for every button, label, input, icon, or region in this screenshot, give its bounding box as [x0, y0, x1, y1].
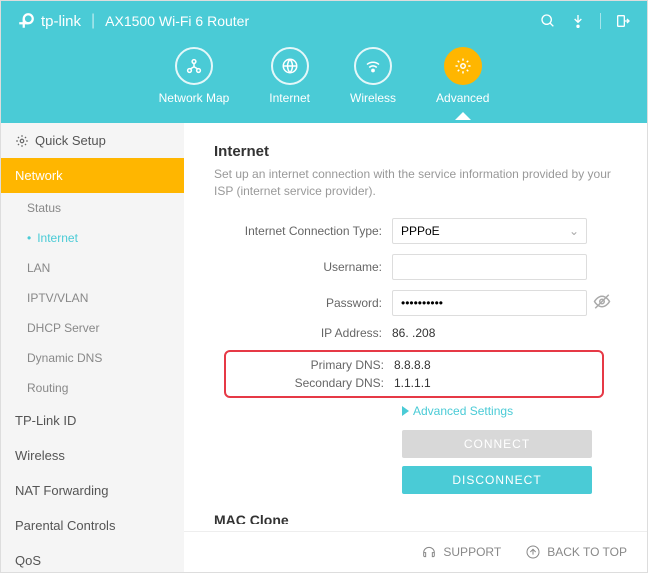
nav-wireless[interactable]: Wireless: [350, 47, 396, 105]
network-map-icon: [185, 57, 203, 75]
sidebar-quick-setup[interactable]: Quick Setup: [1, 123, 184, 158]
label-password: Password:: [214, 296, 392, 310]
eye-off-icon[interactable]: [593, 292, 611, 313]
section-title: Internet: [214, 143, 617, 160]
content-area: Internet Set up an internet connection w…: [184, 123, 647, 572]
sidebar: Quick Setup Network Status Internet LAN …: [1, 123, 184, 572]
back-to-top-button[interactable]: BACK TO TOP: [525, 544, 627, 560]
password-input[interactable]: [392, 290, 587, 316]
header-divider: |: [91, 12, 95, 30]
label-secondary-dns: Secondary DNS:: [226, 376, 394, 390]
headset-icon: [421, 544, 437, 560]
update-icon[interactable]: [570, 13, 586, 29]
triangle-right-icon: [402, 406, 409, 416]
connection-type-select[interactable]: [392, 218, 587, 244]
sidebar-qos[interactable]: QoS: [1, 543, 184, 572]
gear-icon: [454, 57, 472, 75]
globe-icon: [281, 57, 299, 75]
label-ip-address: IP Address:: [214, 326, 392, 340]
header: tp-link | AX1500 Wi-Fi 6 Router Network …: [1, 1, 647, 123]
tplink-logo-icon: [17, 12, 35, 30]
label-primary-dns: Primary DNS:: [226, 358, 394, 372]
sidebar-network[interactable]: Network: [1, 158, 184, 193]
sidebar-sub-status[interactable]: Status: [1, 193, 184, 223]
connect-button[interactable]: CONNECT: [402, 430, 592, 458]
nav-advanced[interactable]: Advanced: [436, 47, 489, 105]
nav-network-map[interactable]: Network Map: [159, 47, 230, 105]
arrow-up-circle-icon: [525, 544, 541, 560]
sidebar-sub-dynamic-dns[interactable]: Dynamic DNS: [1, 343, 184, 373]
brand-logo: tp-link: [17, 12, 81, 30]
sidebar-sub-iptv-vlan[interactable]: IPTV/VLAN: [1, 283, 184, 313]
gear-icon: [15, 134, 29, 148]
sidebar-wireless[interactable]: Wireless: [1, 438, 184, 473]
sidebar-tplink-id[interactable]: TP-Link ID: [1, 403, 184, 438]
sidebar-sub-lan[interactable]: LAN: [1, 253, 184, 283]
product-name: AX1500 Wi-Fi 6 Router: [105, 13, 249, 29]
username-input[interactable]: [392, 254, 587, 280]
nav-internet[interactable]: Internet: [269, 47, 310, 105]
sidebar-sub-internet[interactable]: Internet: [1, 223, 184, 253]
logout-icon[interactable]: [615, 13, 631, 29]
secondary-dns-value: 1.1.1.1: [394, 376, 602, 390]
advanced-settings-link[interactable]: Advanced Settings: [402, 404, 617, 418]
section-desc: Set up an internet connection with the s…: [214, 166, 617, 200]
sidebar-sub-dhcp[interactable]: DHCP Server: [1, 313, 184, 343]
primary-dns-value: 8.8.8.8: [394, 358, 602, 372]
footer: SUPPORT BACK TO TOP: [184, 531, 647, 572]
sidebar-sub-routing[interactable]: Routing: [1, 373, 184, 403]
label-username: Username:: [214, 260, 392, 274]
search-icon[interactable]: [540, 13, 556, 29]
disconnect-button[interactable]: DISCONNECT: [402, 466, 592, 494]
wifi-icon: [364, 57, 382, 75]
mac-clone-title: MAC Clone: [214, 512, 617, 524]
ip-address-value: 86. .208: [392, 326, 617, 340]
label-conn-type: Internet Connection Type:: [214, 224, 392, 238]
support-button[interactable]: SUPPORT: [421, 544, 501, 560]
dns-highlight-box: Primary DNS: 8.8.8.8 Secondary DNS: 1.1.…: [224, 350, 604, 398]
sidebar-parental-controls[interactable]: Parental Controls: [1, 508, 184, 543]
sidebar-nat-forwarding[interactable]: NAT Forwarding: [1, 473, 184, 508]
main-nav: Network Map Internet Wireless Advanced: [1, 41, 647, 105]
header-separator: [600, 13, 601, 29]
brand-text: tp-link: [41, 13, 81, 30]
